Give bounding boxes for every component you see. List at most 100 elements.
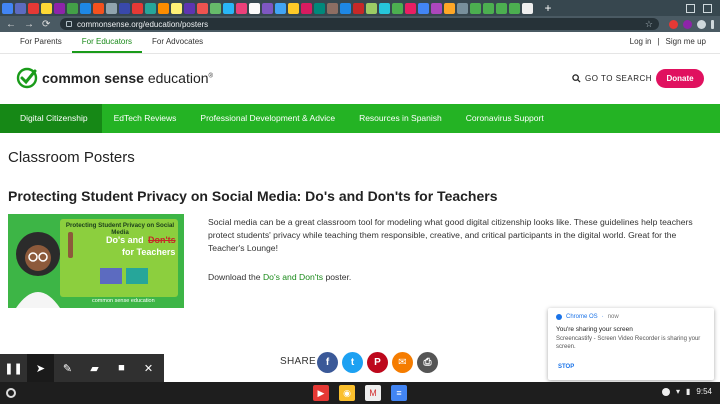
forward-icon[interactable]: →: [24, 19, 34, 30]
reload-icon[interactable]: ⟳: [42, 19, 50, 30]
audience-tab-advocates[interactable]: For Advocates: [142, 37, 213, 53]
youtube-app-icon[interactable]: ▶: [313, 385, 329, 401]
browser-tab-17[interactable]: [223, 2, 234, 14]
browser-tab-40[interactable]: [522, 2, 533, 14]
lock-icon: [66, 21, 72, 27]
browser-tab-7[interactable]: [93, 2, 104, 14]
browser-tab-strip: +: [0, 0, 720, 16]
browser-tab-30[interactable]: [392, 2, 403, 14]
signup-link[interactable]: Sign me up: [666, 37, 706, 46]
browser-tab-10[interactable]: [132, 2, 143, 14]
extension-screencastify-icon[interactable]: [683, 19, 692, 29]
browser-tab-8[interactable]: [106, 2, 117, 14]
browser-tab-29[interactable]: [379, 2, 390, 14]
share-email-button[interactable]: ✉: [392, 352, 413, 373]
browser-tab-22[interactable]: [288, 2, 299, 14]
extension-pinterest-icon[interactable]: [669, 19, 678, 29]
browser-tab-12[interactable]: [158, 2, 169, 14]
launcher-icon[interactable]: [6, 388, 16, 398]
browser-tab-39[interactable]: [509, 2, 520, 14]
gmail-app-icon[interactable]: M: [365, 385, 381, 401]
menu-kebab-icon[interactable]: [711, 19, 714, 29]
browser-tab-28[interactable]: [366, 2, 377, 14]
browser-tab-35[interactable]: [457, 2, 468, 14]
back-icon[interactable]: ←: [6, 19, 16, 30]
stop-sharing-button[interactable]: STOP: [558, 364, 574, 370]
browser-tab-34[interactable]: [444, 2, 455, 14]
extensions-area: [669, 19, 714, 29]
browser-tab-24[interactable]: [314, 2, 325, 14]
share-facebook-button[interactable]: f: [317, 352, 338, 373]
notification-source: Chrome OS · now: [556, 314, 706, 320]
clock: 9:54: [696, 387, 712, 396]
camera-icon[interactable]: ■: [108, 354, 135, 382]
close-icon[interactable]: ✕: [135, 354, 162, 382]
nav-edtech-reviews[interactable]: EdTech Reviews: [102, 104, 189, 133]
bookmark-star-icon[interactable]: ☆: [645, 19, 653, 30]
browser-toolbar: ← → ⟳ commonsense.org/education/posters …: [0, 16, 720, 32]
browser-tab-37[interactable]: [483, 2, 494, 14]
browser-tab-33[interactable]: [431, 2, 442, 14]
nav-coronavirus-support[interactable]: Coronavirus Support: [454, 104, 556, 133]
browser-tab-21[interactable]: [275, 2, 286, 14]
share-pinterest-button[interactable]: P: [367, 352, 388, 373]
nav-digital-citizenship[interactable]: Digital Citizenship: [0, 104, 102, 133]
browser-tab-13[interactable]: [171, 2, 182, 14]
browser-tab-19[interactable]: [249, 2, 260, 14]
share-print-button[interactable]: ⎙: [417, 352, 438, 373]
site-logo[interactable]: common sense education®: [16, 67, 213, 89]
browser-tab-2[interactable]: [28, 2, 39, 14]
notification-title: You're sharing your screen: [556, 326, 633, 333]
maximize-icon[interactable]: [703, 3, 712, 13]
share-twitter-button[interactable]: t: [342, 352, 363, 373]
browser-tab-36[interactable]: [470, 2, 481, 14]
chrome-app-icon[interactable]: ◉: [339, 385, 355, 401]
status-tray[interactable]: ▾ ▮ 9:54: [662, 387, 712, 396]
docs-app-icon[interactable]: ≡: [391, 385, 407, 401]
pause-icon[interactable]: ❚❚: [0, 354, 27, 382]
download-line: Download the Do's and Don'ts poster.: [208, 272, 352, 282]
browser-tab-11[interactable]: [145, 2, 156, 14]
browser-tab-0[interactable]: [2, 2, 13, 14]
browser-tab-38[interactable]: [496, 2, 507, 14]
browser-tab-4[interactable]: [54, 2, 65, 14]
browser-tab-1[interactable]: [15, 2, 26, 14]
browser-tab-31[interactable]: [405, 2, 416, 14]
browser-tab-23[interactable]: [301, 2, 312, 14]
browser-tab-6[interactable]: [80, 2, 91, 14]
browser-tab-14[interactable]: [184, 2, 195, 14]
browser-tab-26[interactable]: [340, 2, 351, 14]
auth-links: Log in | Sign me up: [630, 37, 720, 53]
browser-tab-25[interactable]: [327, 2, 338, 14]
poster-thumbnail[interactable]: Protecting Student Privacy on Social Med…: [8, 214, 184, 308]
nav-resources-spanish[interactable]: Resources in Spanish: [347, 104, 454, 133]
search-button[interactable]: GO TO SEARCH: [572, 74, 652, 83]
browser-tab-32[interactable]: [418, 2, 429, 14]
pen-icon[interactable]: ✎: [54, 354, 81, 382]
audience-tab-educators[interactable]: For Educators: [71, 37, 143, 53]
donate-button[interactable]: Donate: [656, 69, 704, 88]
browser-tab-3[interactable]: [41, 2, 52, 14]
auth-separator: |: [657, 37, 660, 46]
highlighter-icon[interactable]: ▰: [81, 354, 108, 382]
browser-tab-16[interactable]: [210, 2, 221, 14]
browser-tab-18[interactable]: [236, 2, 247, 14]
url-text[interactable]: commonsense.org/education/posters: [77, 20, 208, 29]
wifi-icon: ▾: [676, 387, 681, 396]
nav-professional-development[interactable]: Professional Development & Advice: [188, 104, 347, 133]
browser-tab-9[interactable]: [119, 2, 130, 14]
new-tab-button[interactable]: +: [541, 1, 555, 15]
pointer-icon[interactable]: ➤: [27, 354, 54, 382]
browser-tab-27[interactable]: [353, 2, 364, 14]
download-poster-link[interactable]: Do's and Don'ts: [263, 272, 323, 282]
browser-tab-5[interactable]: [67, 2, 78, 14]
address-bar[interactable]: commonsense.org/education/posters ☆: [60, 18, 659, 30]
browser-tab-20[interactable]: [262, 2, 273, 14]
shelf-apps: ▶ ◉ M ≡: [313, 385, 407, 401]
login-link[interactable]: Log in: [630, 37, 652, 46]
audience-tab-parents[interactable]: For Parents: [10, 37, 72, 53]
brand-name: common sense education®: [42, 70, 213, 86]
minimize-icon[interactable]: [686, 3, 695, 13]
browser-tab-15[interactable]: [197, 2, 208, 14]
profile-avatar-icon[interactable]: [697, 19, 706, 29]
